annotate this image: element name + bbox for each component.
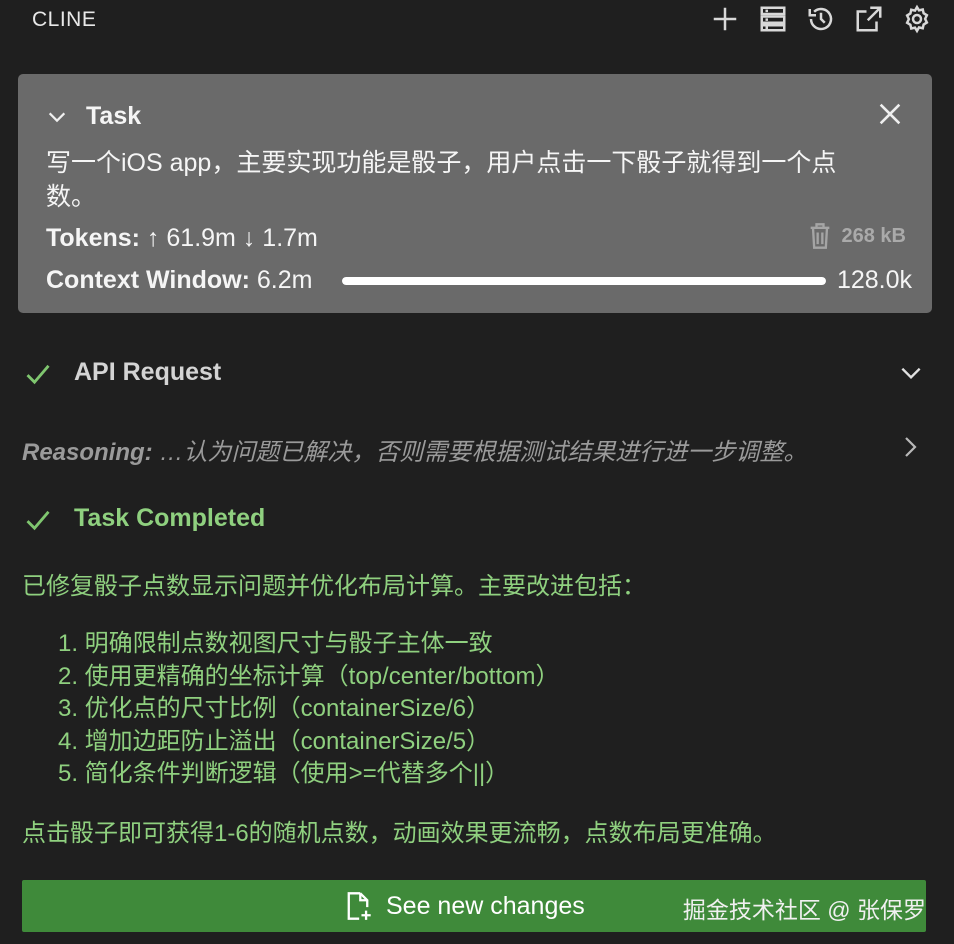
reasoning-snippet: …认为问题已解决，否则需要根据测试结果进行进一步调整。 (152, 439, 808, 466)
completion-result: 已修复骰子点数显示问题并优化布局计算。主要改进包括： 1. 明确限制点数视图尺寸… (22, 570, 922, 851)
reasoning-row[interactable]: Reasoning: …认为问题已解决，否则需要根据测试结果进行进一步调整。 (0, 428, 954, 468)
result-intro: 已修复骰子点数显示问题并优化布局计算。主要改进包括： (22, 573, 646, 600)
app-title: CLINE (32, 8, 97, 31)
close-task-button[interactable] (876, 100, 904, 128)
settings-button[interactable] (900, 2, 934, 36)
header: CLINE (0, 0, 954, 40)
header-actions (708, 2, 934, 36)
task-completed-row: Task Completed (0, 500, 954, 540)
chevron-down-icon (48, 112, 66, 122)
watermark: 掘金技术社区 @ 张保罗 (682, 897, 926, 923)
see-new-changes-button[interactable]: See new changes 掘金技术社区 @ 张保罗 (22, 880, 926, 932)
list-item: 1. 明确限制点数视图尺寸与骰子主体一致 (58, 630, 493, 657)
popout-icon (856, 6, 882, 32)
api-request-label: API Request (74, 358, 222, 386)
context-max: 128.0k (836, 266, 912, 294)
check-icon (24, 506, 52, 534)
list-item: 5. 简化条件判断逻辑（使用>=代替多个||） (58, 760, 510, 787)
context-used: 6.2m (256, 266, 313, 294)
task-completed-label: Task Completed (74, 504, 266, 532)
delete-task-button[interactable]: 268 kB (808, 222, 907, 250)
task-card: Task 写一个iOS app，主要实现功能是骰子，用户点击一下骰子就得到一个点… (18, 74, 932, 313)
tokens-row: Tokens: ↑ 61.9m ↓ 1.7m (46, 224, 318, 253)
api-request-row[interactable]: API Request (0, 352, 954, 396)
trash-icon (810, 223, 829, 249)
new-task-button[interactable] (708, 2, 742, 36)
chevron-right-icon (898, 434, 922, 460)
tokens-out: ↓ 1.7m (242, 224, 318, 252)
context-window-row: Context Window: 6.2m 128.0k (46, 266, 912, 296)
list-item: 2. 使用更精确的坐标计算（top/center/bottom） (58, 662, 560, 690)
mcp-servers-button[interactable] (756, 2, 790, 36)
task-text: 写一个iOS app，主要实现功能是骰子，用户点击一下骰子就得到一个点数。 (46, 149, 837, 211)
task-toggle[interactable]: Task (46, 102, 141, 131)
context-label: Context Window: (46, 266, 250, 294)
see-new-changes-label: See new changes (386, 891, 585, 920)
task-size: 268 kB (841, 224, 907, 247)
context-label-group: Context Window: 6.2m (46, 266, 312, 295)
close-icon (879, 103, 901, 125)
result-outro: 点击骰子即可获得1-6的随机点数，动画效果更流畅，点数布局更准确。 (22, 819, 777, 847)
list-item: 3. 优化点的尺寸比例（containerSize/6） (58, 695, 491, 722)
context-progress-fill (342, 277, 826, 285)
reasoning-label: Reasoning: (22, 439, 153, 466)
task-label: Task (86, 102, 142, 130)
see-new-changes-content: See new changes (344, 891, 585, 921)
history-icon (808, 7, 833, 31)
tokens-label: Tokens: (46, 224, 140, 252)
server-icon (760, 6, 786, 32)
tokens-in: ↑ 61.9m (146, 224, 236, 252)
history-button[interactable] (804, 2, 838, 36)
cline-panel: CLINE Task 写一个iOS app，主要实现功能是骰子，用户点击一下骰子… (0, 0, 954, 944)
result-list: 1. 明确限制点数视图尺寸与骰子主体一致 2. 使用更精确的坐标计算（top/c… (58, 628, 922, 791)
popout-button[interactable] (852, 2, 886, 36)
reasoning-text: Reasoning: …认为问题已解决，否则需要根据测试结果进行进一步调整。 (22, 432, 807, 467)
new-file-icon (347, 892, 371, 920)
context-progress-bar (342, 277, 826, 285)
list-item: 4. 增加边距防止溢出（containerSize/5） (58, 727, 491, 755)
check-icon (24, 360, 52, 388)
gear-icon (905, 4, 929, 34)
chevron-down-icon (898, 360, 924, 386)
plus-icon (713, 7, 737, 31)
